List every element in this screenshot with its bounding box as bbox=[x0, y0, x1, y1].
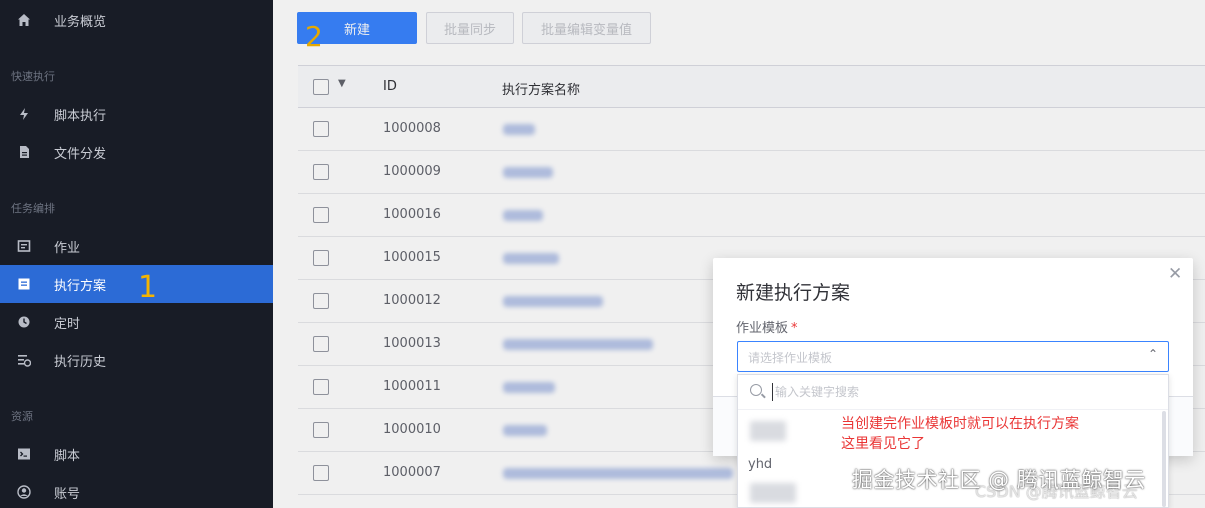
clock-icon bbox=[17, 315, 31, 329]
batch-sync-button[interactable]: 批量同步 bbox=[426, 12, 514, 44]
batch-edit-vars-button[interactable]: 批量编辑变量值 bbox=[522, 12, 651, 44]
row-id: 1000016 bbox=[383, 207, 441, 222]
row-id: 1000015 bbox=[383, 250, 441, 265]
sidebar-item-label: 账号 bbox=[54, 486, 81, 502]
row-checkbox[interactable] bbox=[313, 465, 329, 481]
table-header: ▼ ID 执行方案名称 bbox=[298, 65, 1205, 108]
sidebar-item-script-exec[interactable]: 脚本执行 bbox=[0, 95, 273, 133]
row-id: 1000007 bbox=[383, 465, 441, 480]
redacted-name bbox=[503, 468, 733, 479]
select-all-checkbox[interactable] bbox=[313, 79, 329, 95]
dropdown-option-redacted[interactable] bbox=[750, 421, 786, 441]
sidebar-item-label: 定时 bbox=[54, 316, 81, 332]
sidebar-item-label: 业务概览 bbox=[54, 14, 107, 30]
row-checkbox[interactable] bbox=[313, 164, 329, 180]
search-icon bbox=[750, 384, 762, 396]
dialog-title: 新建执行方案 bbox=[736, 282, 851, 304]
redacted-name bbox=[503, 253, 559, 264]
sidebar-item-history[interactable]: 执行历史 bbox=[0, 341, 273, 379]
row-checkbox[interactable] bbox=[313, 121, 329, 137]
template-field-label-text: 作业模板 bbox=[736, 321, 789, 336]
sidebar-item-job[interactable]: 作业 bbox=[0, 227, 273, 265]
job-icon bbox=[17, 239, 31, 253]
dropdown-option[interactable]: yhd bbox=[748, 457, 772, 472]
sidebar-item-account[interactable]: 账号 bbox=[0, 473, 273, 508]
row-id: 1000008 bbox=[383, 121, 441, 136]
sidebar-item-label: 文件分发 bbox=[54, 146, 107, 162]
bolt-icon bbox=[17, 107, 31, 121]
redacted-name bbox=[503, 167, 553, 178]
row-id: 1000012 bbox=[383, 293, 441, 308]
annotation-note: 当创建完作业模板时就可以在执行方案 这里看见它了 bbox=[841, 414, 1079, 454]
close-icon[interactable]: ✕ bbox=[1168, 264, 1182, 284]
column-header-name: 执行方案名称 bbox=[502, 83, 581, 98]
sidebar-item-label: 执行历史 bbox=[54, 354, 107, 370]
sidebar: 业务概览 快速执行 脚本执行 文件分发 任务编排 作业 执行方案 定时 执行历史… bbox=[0, 0, 273, 508]
row-checkbox[interactable] bbox=[313, 422, 329, 438]
sidebar-item-script[interactable]: 脚本 bbox=[0, 435, 273, 473]
redacted-name bbox=[503, 296, 603, 307]
plan-icon bbox=[17, 277, 31, 291]
template-select[interactable]: 请选择作业模板 ⌃ bbox=[737, 341, 1169, 372]
annotation-marker-2: 2 bbox=[305, 20, 323, 53]
redacted-name bbox=[503, 382, 555, 393]
dropdown-scrollbar[interactable] bbox=[1162, 411, 1166, 507]
sidebar-item-file-dist[interactable]: 文件分发 bbox=[0, 133, 273, 171]
row-checkbox[interactable] bbox=[313, 207, 329, 223]
template-select-placeholder: 请选择作业模板 bbox=[748, 351, 833, 365]
sidebar-item-label: 脚本执行 bbox=[54, 108, 107, 124]
annotation-line-2: 这里看见它了 bbox=[841, 436, 925, 452]
row-checkbox[interactable] bbox=[313, 336, 329, 352]
dropdown-option-redacted[interactable] bbox=[750, 483, 796, 503]
redacted-name bbox=[503, 425, 547, 436]
row-id: 1000013 bbox=[383, 336, 441, 351]
watermark-juejin: 掘金技术社区 @ 腾讯蓝鲸智云 bbox=[852, 468, 1146, 492]
nav-group-quick: 快速执行 bbox=[11, 70, 55, 83]
account-icon bbox=[17, 485, 31, 499]
dropdown-search bbox=[738, 375, 1168, 410]
column-header-id: ID bbox=[383, 79, 397, 94]
nav-group-task: 任务编排 bbox=[11, 202, 55, 215]
file-icon bbox=[17, 145, 31, 159]
annotation-marker-1: 1 bbox=[138, 270, 158, 305]
sidebar-item-label: 脚本 bbox=[54, 448, 81, 464]
redacted-name bbox=[503, 339, 653, 350]
table-row[interactable]: 1000016 bbox=[298, 194, 1205, 237]
home-icon bbox=[17, 13, 31, 27]
redacted-name bbox=[503, 124, 535, 135]
row-checkbox[interactable] bbox=[313, 250, 329, 266]
sidebar-item-cron[interactable]: 定时 bbox=[0, 303, 273, 341]
row-checkbox[interactable] bbox=[313, 379, 329, 395]
nav-group-resource: 资源 bbox=[11, 410, 33, 423]
sidebar-item-plan[interactable]: 执行方案 bbox=[0, 265, 273, 303]
history-icon bbox=[17, 353, 31, 367]
table-row[interactable]: 1000009 bbox=[298, 151, 1205, 194]
template-search-input[interactable] bbox=[772, 383, 1152, 401]
sidebar-item-label: 执行方案 bbox=[54, 278, 107, 294]
template-field-label: 作业模板 * bbox=[736, 317, 798, 336]
row-id: 1000009 bbox=[383, 164, 441, 179]
row-id: 1000010 bbox=[383, 422, 441, 437]
redacted-name bbox=[503, 210, 543, 221]
required-mark: * bbox=[791, 321, 798, 336]
chevron-down-icon[interactable]: ▼ bbox=[338, 78, 346, 89]
table-row[interactable]: 1000008 bbox=[298, 108, 1205, 151]
annotation-line-1: 当创建完作业模板时就可以在执行方案 bbox=[841, 416, 1079, 432]
terminal-icon bbox=[17, 447, 31, 461]
row-checkbox[interactable] bbox=[313, 293, 329, 309]
sidebar-item-label: 作业 bbox=[54, 240, 81, 256]
chevron-up-icon: ⌃ bbox=[1147, 347, 1158, 361]
row-id: 1000011 bbox=[383, 379, 441, 394]
sidebar-item-overview[interactable]: 业务概览 bbox=[0, 1, 273, 39]
